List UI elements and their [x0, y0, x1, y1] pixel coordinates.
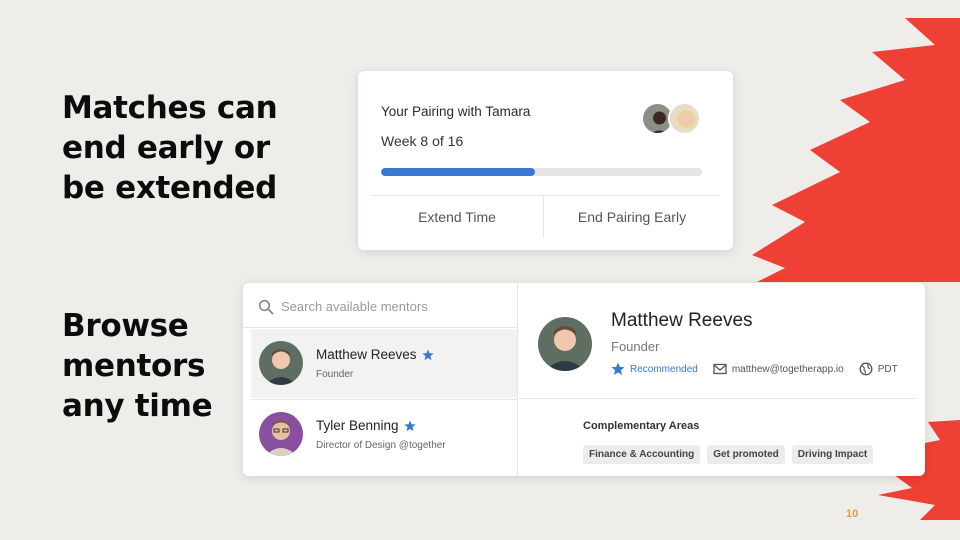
mentor-detail: Matthew Reeves Founder Recommended matth… — [519, 283, 925, 476]
mentor-name-text: Tyler Benning — [316, 418, 399, 433]
mail-icon — [713, 363, 727, 375]
mentor-name: Matthew Reeves — [316, 347, 434, 362]
end-pairing-early-button[interactable]: End Pairing Early — [544, 196, 720, 238]
detail-role: Founder — [611, 339, 660, 354]
pairing-title: Your Pairing with Tamara — [381, 104, 531, 119]
pairing-card: Your Pairing with Tamara Week 8 of 16 Ex… — [358, 71, 733, 250]
extend-time-button[interactable]: Extend Time — [371, 196, 543, 238]
star-icon — [421, 349, 434, 360]
area-tag: Driving Impact — [791, 445, 874, 464]
mentor-subtitle: Director of Design @together — [316, 440, 446, 451]
mentor-browser: Matthew Reeves Founder Tyler Benni — [243, 283, 925, 476]
mentor-name-text: Matthew Reeves — [316, 347, 417, 362]
star-icon — [403, 420, 416, 431]
detail-avatar-matthew — [538, 317, 592, 371]
search-icon — [258, 299, 274, 315]
area-tags: Finance & Accounting Get promoted Drivin… — [583, 445, 880, 464]
pair-avatars — [641, 102, 703, 136]
mentor-subtitle: Founder — [316, 369, 354, 380]
heading-matches: Matches can end early or be extended — [62, 90, 278, 206]
globe-icon — [859, 362, 873, 376]
recommended-badge: Recommended — [611, 362, 698, 376]
mentor-name: Tyler Benning — [316, 418, 416, 433]
avatar-tyler — [259, 412, 303, 456]
detail-name: Matthew Reeves — [611, 310, 753, 331]
complementary-areas-title: Complementary Areas — [583, 420, 700, 432]
email-link[interactable]: matthew@togetherapp.io — [713, 362, 844, 376]
avatar-tamara — [668, 102, 701, 135]
mentor-list-item-tyler[interactable]: Tyler Benning Director of Design @togeth… — [251, 399, 517, 468]
timezone-text: PDT — [877, 363, 898, 375]
page-number: 10 — [846, 508, 859, 520]
mentor-list-item-matthew[interactable]: Matthew Reeves Founder — [251, 329, 517, 398]
area-tag: Get promoted — [707, 445, 785, 464]
pairing-week: Week 8 of 16 — [381, 133, 464, 149]
star-icon — [611, 362, 625, 375]
pairing-progress-fill — [381, 168, 536, 176]
detail-divider — [519, 398, 917, 399]
recommended-label: Recommended — [630, 363, 698, 375]
avatar-matthew — [259, 341, 303, 385]
email-text: matthew@togetherapp.io — [731, 363, 844, 375]
pairing-progress-bar — [381, 168, 702, 176]
heading-browse: Browse mentors any time — [62, 308, 213, 424]
search-input[interactable] — [281, 295, 501, 317]
area-tag: Finance & Accounting — [583, 445, 701, 464]
zigzag-top — [752, 18, 960, 282]
detail-meta: Recommended matthew@togetherapp.io PDT — [611, 362, 913, 376]
timezone: PDT — [859, 362, 898, 376]
search-bar — [243, 283, 518, 328]
mentor-list: Matthew Reeves Founder Tyler Benni — [243, 283, 518, 476]
